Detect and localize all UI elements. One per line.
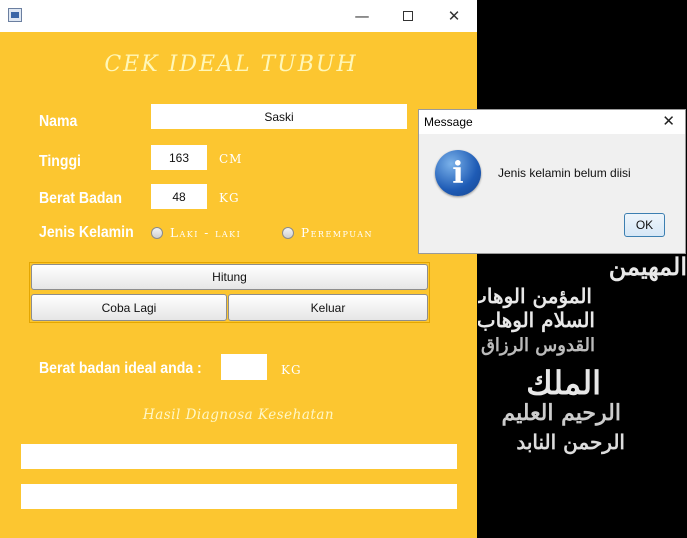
wallpaper-text: المؤمن الوهاب <box>478 284 592 308</box>
minimize-button[interactable]: — <box>339 0 385 32</box>
info-icon: i <box>435 150 481 196</box>
wallpaper-text: المهيمن <box>608 252 687 281</box>
jenis-kelamin-label: Jenis Kelamin <box>39 224 134 241</box>
dialog-message: Jenis kelamin belum diisi <box>498 166 631 180</box>
wallpaper-text: الملك <box>526 364 601 402</box>
java-app-icon <box>8 8 22 22</box>
diagnosa-label: Hasil Diagnosa Kesehatan <box>142 407 335 423</box>
radio-perempuan[interactable]: Perempuan <box>282 226 373 240</box>
hitung-button[interactable]: Hitung <box>31 264 428 290</box>
radio-button[interactable] <box>282 227 294 239</box>
main-window: — ✕ CEK IDEAL TUBUH Nama Tinggi CM Berat… <box>0 0 477 538</box>
radio-laki-laki-label: Laki - laki <box>170 226 242 240</box>
berat-ideal-unit: KG <box>281 363 302 377</box>
berat-ideal-label: Berat badan ideal anda : <box>39 360 202 377</box>
berat-input[interactable] <box>151 184 207 209</box>
wallpaper-text: الرحمن النابد <box>516 430 625 454</box>
berat-unit: KG <box>219 191 240 205</box>
tinggi-label: Tinggi <box>39 153 81 170</box>
wallpaper-text: السلام الوهاب <box>478 308 595 332</box>
nama-input[interactable] <box>151 104 407 129</box>
nama-label: Nama <box>39 113 78 130</box>
wallpaper-text: القدوس الرزاق <box>480 335 595 356</box>
dialog-close-button[interactable]: ✕ <box>662 112 675 130</box>
dialog-title: Message <box>424 115 473 129</box>
berat-label: Berat Badan <box>39 190 122 207</box>
berat-ideal-output <box>221 354 267 380</box>
ok-button[interactable]: OK <box>624 213 665 237</box>
maximize-icon <box>403 11 413 21</box>
dialog-title-bar: Message ✕ <box>419 110 685 134</box>
wallpaper-text: الرحيم العليم <box>501 400 622 426</box>
message-dialog: Message ✕ i Jenis kelamin belum diisi OK <box>418 109 686 254</box>
title-bar: — ✕ <box>0 0 477 32</box>
radio-laki-laki[interactable]: Laki - laki <box>151 226 241 240</box>
coba-lagi-button[interactable]: Coba Lagi <box>31 294 227 321</box>
radio-button[interactable] <box>151 227 163 239</box>
close-button[interactable]: ✕ <box>431 0 477 32</box>
desktop-wallpaper: المهيمن المؤمن الوهاب السلام الوهاب القد… <box>478 240 687 470</box>
diagnosa-output-1 <box>21 444 457 469</box>
diagnosa-output-2 <box>21 484 457 509</box>
keluar-button[interactable]: Keluar <box>228 294 428 321</box>
tinggi-input[interactable] <box>151 145 207 170</box>
radio-perempuan-label: Perempuan <box>301 226 373 240</box>
page-title: CEK IDEAL TUBUH <box>104 52 358 77</box>
tinggi-unit: CM <box>219 152 243 166</box>
maximize-button[interactable] <box>385 0 431 32</box>
